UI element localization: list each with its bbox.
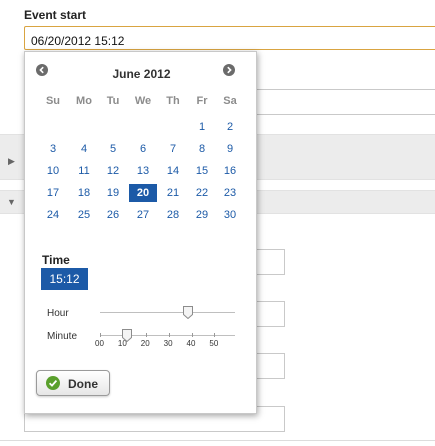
done-label: Done [68,377,98,391]
calendar-day[interactable]: 29 [188,206,216,224]
calendar-day[interactable]: 19 [99,184,127,202]
calendar-day[interactable]: 28 [159,206,187,224]
calendar-day[interactable]: 15 [188,162,216,180]
calendar-day[interactable]: 3 [39,140,67,158]
calendar-day[interactable]: 18 [70,184,98,202]
calendar-day[interactable]: 10 [39,162,67,180]
weekday-label: Su [45,95,61,107]
calendar-day[interactable]: 22 [188,184,216,202]
check-circle-icon [46,376,60,390]
calendar-day[interactable]: 11 [70,162,98,180]
calendar-day[interactable]: 4 [70,140,98,158]
calendar-day[interactable]: 14 [159,162,187,180]
minute-label: Minute [47,331,78,342]
weekday-label: Sa [223,95,237,107]
minute-slider-handle[interactable] [122,329,133,343]
calendar-day[interactable]: 6 [129,140,157,158]
minute-tick-mark [214,333,216,337]
minute-tick-mark [191,333,193,337]
calendar-day[interactable]: 1 [188,118,216,136]
hour-slider-handle[interactable] [183,306,194,320]
time-value: 15:12 [41,268,88,290]
calendar-day[interactable]: 23 [216,184,244,202]
minute-tick-label: 40 [186,339,196,348]
collapse-arrow-icon[interactable]: ▼ [7,197,16,207]
hour-slider-track[interactable] [100,312,235,313]
weekday-label: Tu [106,95,120,107]
weekday-label: Fr [196,95,208,107]
event-start-input[interactable] [24,26,435,50]
field-label: Event start [24,8,87,22]
weekday-label: Mo [76,95,92,107]
minute-tick-label: 50 [209,339,219,348]
minute-tick-label: 00 [95,339,104,348]
calendar-day[interactable]: 25 [70,206,98,224]
expand-arrow-icon[interactable]: ▶ [8,156,15,167]
minute-tick-label: 20 [140,339,150,348]
minute-tick-mark [100,333,101,337]
calendar-day[interactable]: 7 [159,140,187,158]
calendar-day[interactable]: 2 [216,118,244,136]
calendar-day[interactable]: 13 [129,162,157,180]
bg-form-input-3[interactable] [255,301,285,327]
minute-tick-mark [145,333,147,337]
bg-form-input-2[interactable] [255,249,285,275]
calendar-day[interactable]: 5 [99,140,127,158]
calendar-day[interactable]: 26 [99,206,127,224]
calendar-day[interactable]: 21 [159,184,187,202]
calendar-day[interactable]: 24 [39,206,67,224]
calendar-day[interactable]: 27 [129,206,157,224]
calendar-day[interactable]: 12 [99,162,127,180]
calendar-day-selected[interactable]: 20 [129,184,157,202]
hour-label: Hour [47,308,69,319]
calendar-day[interactable]: 9 [216,140,244,158]
bg-form-input-1[interactable] [255,89,435,115]
calendar-day[interactable]: 8 [188,140,216,158]
calendar-day[interactable]: 17 [39,184,67,202]
minute-tick-label: 30 [163,339,173,348]
calendar-day[interactable]: 16 [216,162,244,180]
next-month-button[interactable] [223,64,235,76]
calendar-day[interactable]: 30 [216,206,244,224]
done-button[interactable]: Done [36,370,110,396]
chevron-right-circle-icon [227,66,232,74]
weekday-label: Th [166,95,180,107]
date-picker-popup: June 2012 Su Mo Tu We Th Fr Sa 1 2 3 4 5 6 7 8 9 10 11 12… [24,51,257,414]
weekday-label: We [134,95,152,107]
time-label: Time [42,253,70,267]
bg-divider [0,440,435,441]
bg-form-input-4[interactable] [255,353,285,379]
minute-tick-mark [168,333,170,337]
